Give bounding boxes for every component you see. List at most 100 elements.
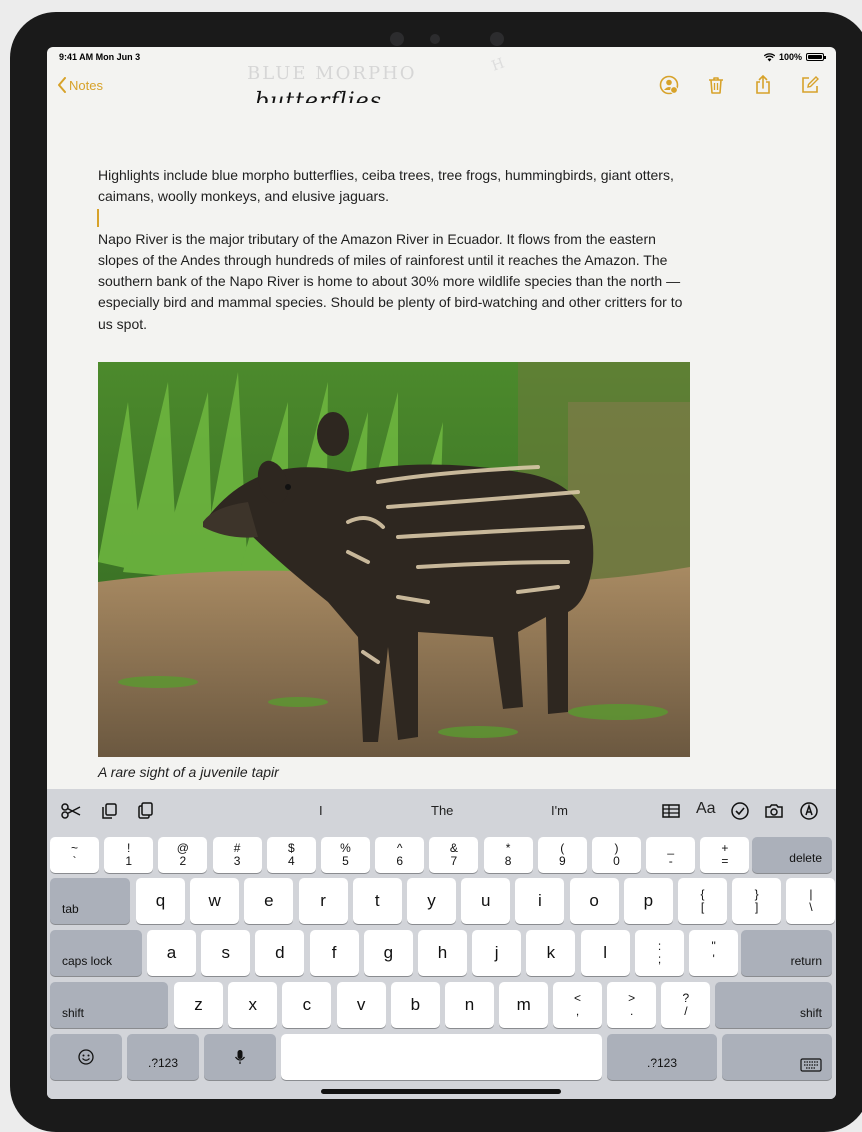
letter-key-w[interactable]: w — [190, 878, 240, 924]
letter-key-k[interactable]: k — [526, 930, 576, 976]
number-key[interactable]: % 5 — [321, 837, 370, 873]
text-format-icon[interactable]: Aa — [696, 800, 716, 818]
shift-left-key[interactable]: shift — [50, 982, 168, 1028]
share-icon[interactable] — [753, 75, 773, 95]
number-key[interactable]: + = — [700, 837, 750, 873]
key-label: s — [221, 943, 230, 962]
delete-key[interactable]: delete — [752, 837, 832, 873]
back-button[interactable]: Notes — [57, 77, 103, 93]
number-key[interactable]: & 7 — [429, 837, 479, 873]
letter-key-d[interactable]: d — [255, 930, 305, 976]
key-bottom-label: = — [721, 854, 729, 868]
numbers-key-left[interactable]: .?123 — [127, 1034, 199, 1080]
sketch-line-1: BLUE MORPHO — [247, 63, 417, 84]
letter-key-b[interactable]: b — [390, 982, 440, 1028]
table-icon[interactable] — [661, 801, 681, 821]
punct-key[interactable]: {[ — [678, 878, 727, 924]
key-label: j — [494, 943, 499, 962]
letter-key-a[interactable]: a — [147, 930, 196, 976]
dictation-key[interactable] — [204, 1034, 276, 1080]
letter-key-q[interactable]: q — [136, 878, 185, 924]
prediction-1[interactable]: I — [319, 803, 323, 818]
letter-key-x[interactable]: x — [228, 982, 278, 1028]
emoji-key[interactable] — [50, 1034, 122, 1080]
letter-key-g[interactable]: g — [363, 930, 413, 976]
caps-lock-key[interactable]: caps lock — [50, 930, 142, 976]
numbers-key-right[interactable]: .?123 — [607, 1034, 717, 1080]
tapir-photo[interactable] — [98, 362, 690, 757]
status-bar: 9:41 AM Mon Jun 3 100% — [47, 47, 836, 67]
number-key[interactable]: * 8 — [483, 837, 533, 873]
number-key[interactable]: @2 — [158, 837, 208, 873]
number-key[interactable]: $4 — [266, 837, 316, 873]
key-label: q — [155, 891, 166, 910]
prediction-3[interactable]: I'm — [551, 803, 568, 818]
letter-key-t[interactable]: t — [352, 878, 402, 924]
key-label: p — [643, 891, 654, 910]
letter-key-n[interactable]: n — [445, 982, 494, 1028]
compose-icon[interactable] — [800, 75, 820, 95]
letter-key-j[interactable]: j — [472, 930, 522, 976]
key-bottom-label: - — [668, 854, 673, 868]
letter-key-p[interactable]: p — [623, 878, 673, 924]
punct-key[interactable]: " ' — [689, 930, 739, 976]
letter-key-h[interactable]: h — [418, 930, 467, 976]
letter-key-l[interactable]: l — [580, 930, 630, 976]
letter-key-r[interactable]: r — [298, 878, 348, 924]
letter-key-m[interactable]: m — [499, 982, 549, 1028]
number-key[interactable]: #3 — [212, 837, 262, 873]
key-label: z — [194, 995, 203, 1014]
camera-housing — [390, 32, 520, 46]
key-label: t — [374, 891, 380, 910]
key-label: a — [166, 943, 177, 962]
scissors-icon[interactable] — [61, 801, 81, 821]
hide-keyboard-key[interactable] — [722, 1034, 832, 1080]
punct-key[interactable]: | \ — [786, 878, 836, 924]
number-key[interactable]: ! 1 — [104, 837, 154, 873]
number-key[interactable]: _ - — [646, 837, 696, 873]
number-key[interactable]: ^ 6 — [375, 837, 425, 873]
tab-key[interactable]: tab — [50, 878, 130, 924]
letter-key-v[interactable]: v — [336, 982, 386, 1028]
battery-percent: 100% — [778, 52, 802, 62]
shortcut-bar: I The I'm Aa — [47, 789, 836, 831]
key-label: i — [538, 891, 542, 910]
letter-key-f[interactable]: f — [309, 930, 359, 976]
punct-key[interactable]: ? / — [661, 982, 711, 1028]
status-right: 100% — [763, 52, 826, 62]
camera-icon[interactable] — [764, 801, 784, 821]
letter-key-e[interactable]: e — [244, 878, 294, 924]
key-label: y — [427, 891, 436, 910]
punct-key[interactable]: :; — [635, 930, 684, 976]
note-body[interactable]: Highlights include blue morpho butterfli… — [98, 165, 698, 356]
trash-icon[interactable] — [706, 75, 726, 95]
key-label: d — [275, 943, 285, 962]
keyboard-icon — [800, 1058, 822, 1072]
paste-icon[interactable] — [135, 801, 155, 821]
key-bottom-label: ] — [755, 900, 759, 914]
key-bottom-label: 0 — [613, 854, 620, 868]
punct-key[interactable]: <, — [553, 982, 602, 1028]
number-key[interactable]: ) 0 — [592, 837, 641, 873]
letter-key-y[interactable]: y — [407, 878, 456, 924]
photo-caption: A rare sight of a juvenile tapir — [98, 764, 279, 780]
letter-key-i[interactable]: i — [515, 878, 565, 924]
key-label: n — [464, 995, 475, 1014]
prediction-2[interactable]: The — [431, 803, 453, 818]
punct-key[interactable]: }] — [732, 878, 782, 924]
number-key[interactable]: ~ ` — [50, 837, 99, 873]
number-key[interactable]: (9 — [537, 837, 587, 873]
checklist-icon[interactable] — [730, 801, 750, 821]
markup-icon[interactable] — [799, 801, 819, 821]
letter-key-s[interactable]: s — [201, 930, 251, 976]
punct-key[interactable]: >. — [607, 982, 657, 1028]
letter-key-u[interactable]: u — [461, 878, 511, 924]
letter-key-z[interactable]: z — [174, 982, 223, 1028]
letter-key-o[interactable]: o — [569, 878, 619, 924]
copy-icon[interactable] — [99, 801, 119, 821]
add-person-icon[interactable] — [659, 75, 679, 95]
space-bar[interactable] — [281, 1034, 602, 1080]
letter-key-c[interactable]: c — [282, 982, 332, 1028]
shift-right-key[interactable]: shift — [715, 982, 832, 1028]
return-key[interactable]: return — [741, 930, 832, 976]
